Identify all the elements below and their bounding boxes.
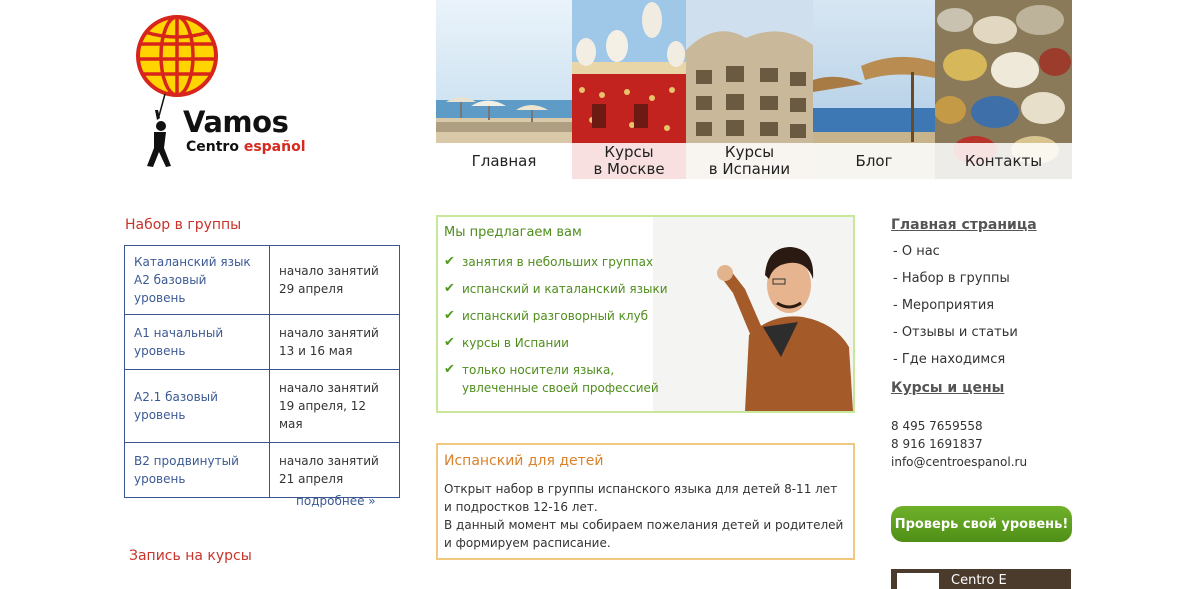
phone-1: 8 495 7659558	[891, 419, 983, 433]
check-icon: ✔	[444, 254, 455, 269]
offer-box: Мы предлагаем вам ✔ занятия в небольших г…	[436, 215, 855, 413]
kids-box: Испанский для детей Открыт набор в групп…	[436, 443, 855, 560]
side-menu-item-events[interactable]: - Мероприятия	[893, 297, 1018, 315]
check-icon: ✔	[444, 281, 455, 296]
facebook-page-name: Centro E	[951, 573, 1007, 588]
courses-prices-link[interactable]: Курсы и цены	[891, 380, 1004, 396]
list-item: ✔ испанский и каталанский языки	[444, 280, 668, 298]
email[interactable]: info@centroespanol.ru	[891, 453, 1027, 471]
nav-item-home[interactable]: Главная	[436, 0, 572, 179]
side-menu-item-about[interactable]: - О нас	[893, 243, 1018, 261]
offer-title: Мы предлагаем вам	[444, 225, 582, 240]
logo-subtitle-espanol: español	[243, 139, 306, 155]
list-item: ✔ курсы в Испании	[444, 334, 668, 352]
nav-label: Блог	[813, 143, 935, 179]
teacher-photo	[653, 217, 853, 411]
course-name[interactable]: А1 начальный уровень	[124, 314, 270, 370]
course-name[interactable]: А2.1 базовый уровень	[124, 369, 270, 443]
list-item: ✔ только носители языка, увлеченные своей…	[444, 361, 668, 397]
list-item: ✔ испанский разговорный клуб	[444, 307, 668, 325]
main-page-link[interactable]: Главная страница	[891, 217, 1037, 233]
offer-item-text: занятия в небольших группах	[462, 255, 654, 269]
nav-item-courses-spain[interactable]: Курсы в Испании	[686, 0, 813, 179]
list-item: ✔ занятия в небольших группах	[444, 253, 668, 271]
schedule-table: Каталанский язык А2 базовый уровень нача…	[124, 245, 400, 498]
level-test-button[interactable]: Проверь свой уровень!	[891, 506, 1072, 542]
course-name[interactable]: Каталанский язык А2 базовый уровень	[124, 245, 270, 315]
groups-title: Набор в группы	[125, 217, 242, 233]
table-row: А2.1 базовый уровень начало занятий 19 а…	[124, 369, 400, 443]
offer-item-text: испанский и каталанский языки	[462, 282, 668, 296]
nav-label: Курсы в Москве	[572, 143, 686, 179]
course-start: начало занятий 21 апреля	[269, 442, 400, 498]
enroll-title: Запись на курсы	[129, 548, 252, 564]
nav-item-courses-moscow[interactable]: Курсы в Москве	[572, 0, 686, 179]
page-avatar	[897, 573, 939, 589]
check-icon: ✔	[444, 308, 455, 323]
facebook-widget[interactable]: Centro E	[891, 569, 1071, 589]
side-menu-item-location[interactable]: - Где находимся	[893, 351, 1018, 369]
more-link[interactable]: подробнее »	[296, 494, 376, 508]
course-start: начало занятий 13 и 16 мая	[269, 314, 400, 370]
logo-subtitle-centro: Centro	[186, 139, 239, 155]
course-start: начало занятий 19 апреля, 12 мая	[269, 369, 400, 443]
logo-title: Vamos	[183, 105, 289, 139]
offer-item-text: испанский разговорный клуб	[462, 309, 649, 323]
kids-title[interactable]: Испанский для детей	[444, 453, 847, 469]
table-row: А1 начальный уровень начало занятий 13 и…	[124, 314, 400, 370]
check-icon: ✔	[444, 362, 455, 377]
side-menu-item-reviews[interactable]: - Отзывы и статьи	[893, 324, 1018, 342]
check-icon: ✔	[444, 335, 455, 350]
nav-label: Курсы в Испании	[686, 143, 813, 179]
course-name[interactable]: В2 продвинутый уровень	[124, 442, 270, 498]
side-menu-item-groups[interactable]: - Набор в группы	[893, 270, 1018, 288]
phone-2: 8 916 1691837	[891, 437, 983, 451]
offer-list: ✔ занятия в небольших группах ✔ испанский …	[444, 253, 668, 406]
offer-item-text: только носители языка, увлеченные своей …	[462, 363, 659, 395]
course-start: начало занятий 29 апреля	[269, 245, 400, 315]
offer-item-text: курсы в Испании	[462, 336, 569, 350]
side-menu: - О нас - Набор в группы - Мероприятия -…	[893, 243, 1018, 378]
main-navigation: Главная Курсы в Москве Курсы в Испании Б…	[436, 0, 1072, 179]
site-logo[interactable]: Vamos Centro español	[135, 14, 306, 174]
contact-info: 8 495 7659558 8 916 1691837 info@centroe…	[891, 417, 1027, 471]
nav-item-blog[interactable]: Блог	[813, 0, 935, 179]
nav-item-contacts[interactable]: Контакты	[935, 0, 1072, 179]
nav-label: Контакты	[935, 143, 1072, 179]
kids-text: Открыт набор в группы испанского языка д…	[444, 482, 844, 550]
table-row: В2 продвинутый уровень начало занятий 21…	[124, 442, 400, 498]
nav-label: Главная	[436, 143, 572, 179]
table-row: Каталанский язык А2 базовый уровень нача…	[124, 245, 400, 315]
logo-subtitle: Centro español	[186, 139, 306, 155]
